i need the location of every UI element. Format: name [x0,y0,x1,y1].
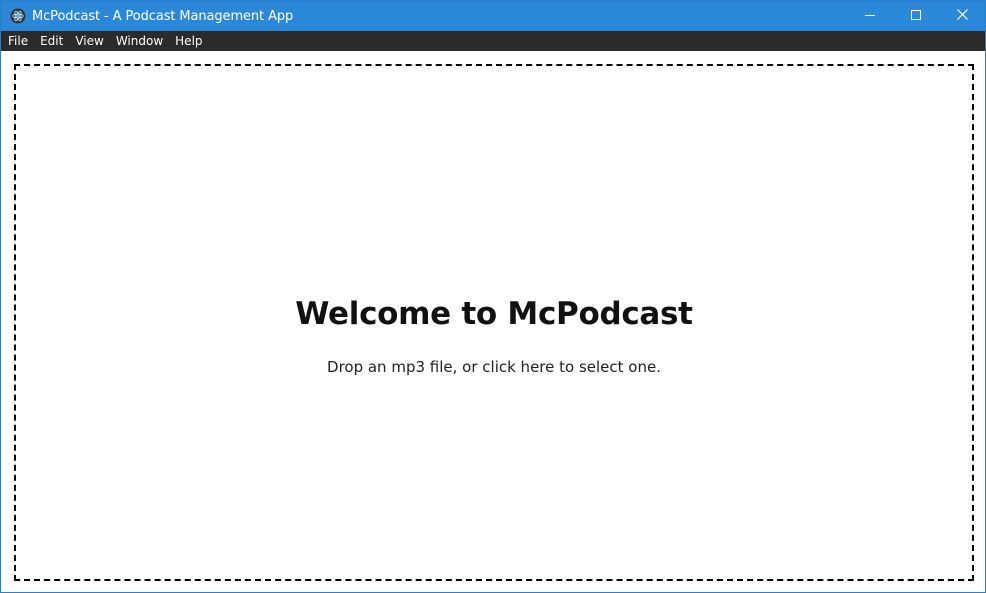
menu-bar: File Edit View Window Help [1,31,985,51]
title-bar[interactable]: McPodcast - A Podcast Management App [1,1,985,31]
maximize-icon [911,7,921,25]
main-content: Welcome to McPodcast Drop an mp3 file, o… [1,51,985,592]
window-title: McPodcast - A Podcast Management App [32,8,294,24]
window-controls [847,1,985,31]
file-drop-zone[interactable]: Welcome to McPodcast Drop an mp3 file, o… [14,64,974,581]
close-icon [956,7,968,25]
drop-instruction[interactable]: Drop an mp3 file, or click here to selec… [16,358,972,376]
maximize-button[interactable] [893,1,939,31]
menu-edit[interactable]: Edit [34,31,69,51]
menu-window[interactable]: Window [110,31,169,51]
menu-file[interactable]: File [1,31,34,51]
minimize-icon [865,7,875,25]
menu-view[interactable]: View [69,31,109,51]
app-window: McPodcast - A Podcast Management App Fil… [0,0,986,593]
close-button[interactable] [939,1,985,31]
electron-atom-icon[interactable] [10,8,26,24]
minimize-button[interactable] [847,1,893,31]
menu-help[interactable]: Help [169,31,208,51]
welcome-heading: Welcome to McPodcast [295,296,693,332]
